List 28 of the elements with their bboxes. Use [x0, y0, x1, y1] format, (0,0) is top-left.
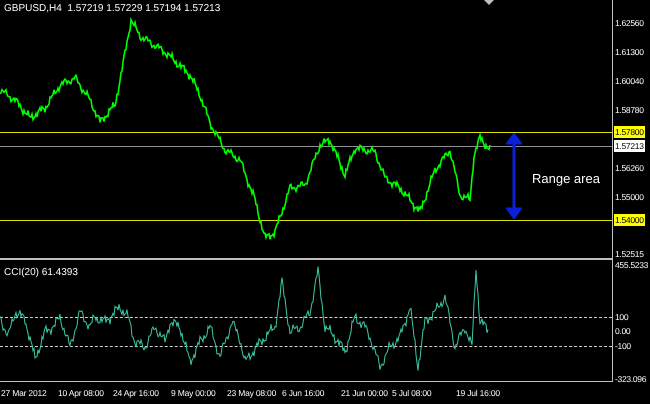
- indicator-label: -323.096: [615, 373, 646, 386]
- price-label: 1.58780: [614, 104, 645, 116]
- annotation-text: Range area: [532, 171, 600, 186]
- price-label: 1.56260: [614, 162, 645, 174]
- price-label: 1.61300: [614, 46, 645, 58]
- time-label: 6 Jun 16:00: [281, 388, 326, 398]
- time-label: 27 Mar 2012: [0, 388, 48, 398]
- price-label: 1.57213: [614, 140, 645, 152]
- chart-header: GBPUSD,H4 1.57219 1.57229 1.57194 1.57213: [4, 3, 220, 14]
- time-label: 24 Apr 16:00: [112, 388, 160, 398]
- time-label: 19 Jul 16:00: [455, 388, 501, 398]
- time-label: 23 May 08:00: [226, 388, 278, 398]
- indicator-label: 455.5233: [615, 259, 648, 272]
- price-label: 1.55000: [614, 191, 645, 203]
- time-label: 9 May 00:00: [170, 388, 217, 398]
- indicator-label: 0.00: [615, 325, 630, 338]
- scroll-marker-icon[interactable]: [484, 0, 494, 5]
- time-label: 10 Apr 08:00: [57, 388, 105, 398]
- indicator-label: -100: [615, 340, 631, 352]
- price-label: 1.60040: [614, 75, 645, 87]
- price-label: 1.62560: [614, 17, 645, 29]
- price-label: 1.54000: [614, 214, 645, 226]
- price-label: 1.57800: [614, 126, 645, 138]
- indicator-label: 100: [615, 311, 628, 324]
- time-label: 5 Jul 08:00: [391, 388, 432, 398]
- price-label: 1.52515: [614, 248, 645, 260]
- time-label: 21 Jun 00:00: [340, 388, 389, 398]
- indicator-header: CCI(20) 61.4393: [4, 267, 78, 278]
